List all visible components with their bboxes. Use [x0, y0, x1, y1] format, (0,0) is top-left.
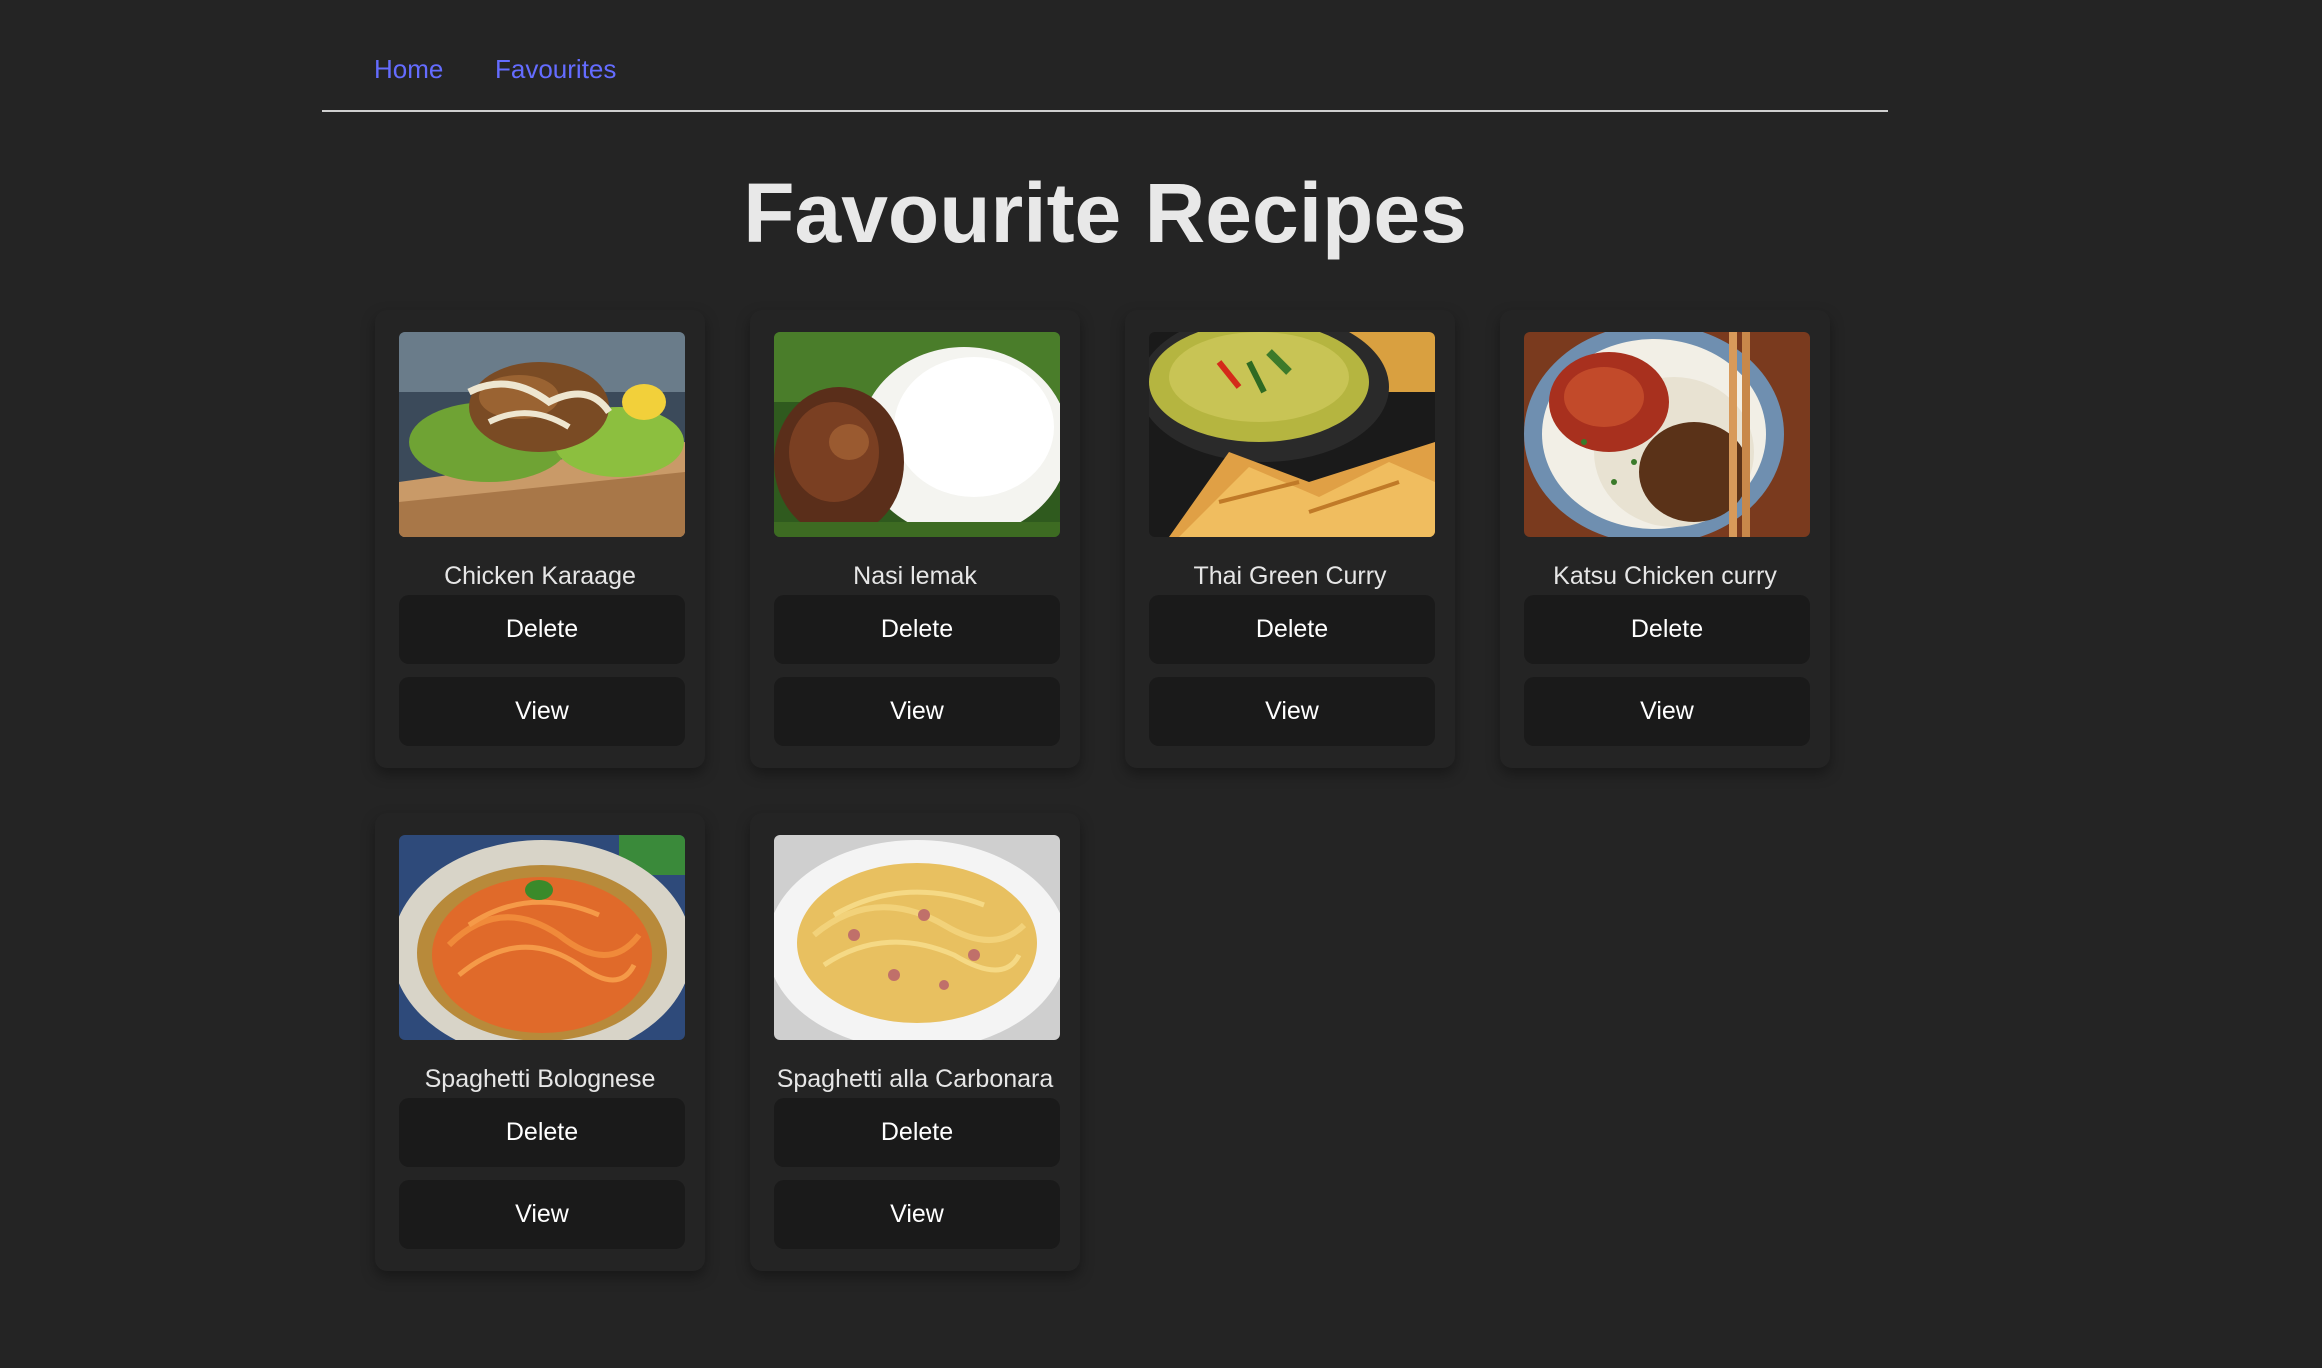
nav-link-favourites[interactable]: Favourites: [495, 52, 616, 86]
top-nav: Home Favourites: [322, 0, 1888, 112]
delete-button[interactable]: Delete: [774, 595, 1060, 664]
delete-button[interactable]: Delete: [1524, 595, 1810, 664]
delete-button[interactable]: Delete: [399, 1098, 685, 1167]
recipe-image: [399, 332, 685, 537]
recipe-card: Spaghetti alla Carbonara Delete View: [750, 813, 1080, 1271]
recipe-card: Spaghetti Bolognese Delete View: [375, 813, 705, 1271]
recipe-image: [1524, 332, 1810, 537]
delete-button[interactable]: Delete: [399, 595, 685, 664]
recipe-image: [399, 835, 685, 1040]
recipe-card: Chicken Karaage Delete View: [375, 310, 705, 768]
view-button[interactable]: View: [1524, 677, 1810, 746]
recipe-name: Chicken Karaage: [444, 562, 636, 590]
view-button[interactable]: View: [774, 1180, 1060, 1249]
view-button[interactable]: View: [399, 677, 685, 746]
recipe-name: Thai Green Curry: [1193, 562, 1387, 590]
view-button[interactable]: View: [774, 677, 1060, 746]
page-title: Favourite Recipes: [743, 166, 1467, 260]
recipe-name: Nasi lemak: [853, 562, 977, 590]
recipe-card: Thai Green Curry Delete View: [1125, 310, 1455, 768]
view-button[interactable]: View: [1149, 677, 1435, 746]
page: Home Favourites Favourite Recipes Chicke…: [0, 0, 2322, 1368]
view-button[interactable]: View: [399, 1180, 685, 1249]
recipe-image: [1149, 332, 1435, 537]
recipe-card: Nasi lemak Delete View: [750, 310, 1080, 768]
nav-link-home[interactable]: Home: [374, 52, 443, 86]
recipe-name: Katsu Chicken curry: [1553, 562, 1777, 590]
recipe-grid: Chicken Karaage Delete View Nasi lemak D: [375, 310, 1875, 1271]
recipe-name: Spaghetti alla Carbonara: [776, 1065, 1054, 1093]
delete-button[interactable]: Delete: [774, 1098, 1060, 1167]
recipe-name: Spaghetti Bolognese: [424, 1065, 656, 1093]
recipe-image: [774, 332, 1060, 537]
delete-button[interactable]: Delete: [1149, 595, 1435, 664]
recipe-image: [774, 835, 1060, 1040]
recipe-card: Katsu Chicken curry Delete View: [1500, 310, 1830, 768]
